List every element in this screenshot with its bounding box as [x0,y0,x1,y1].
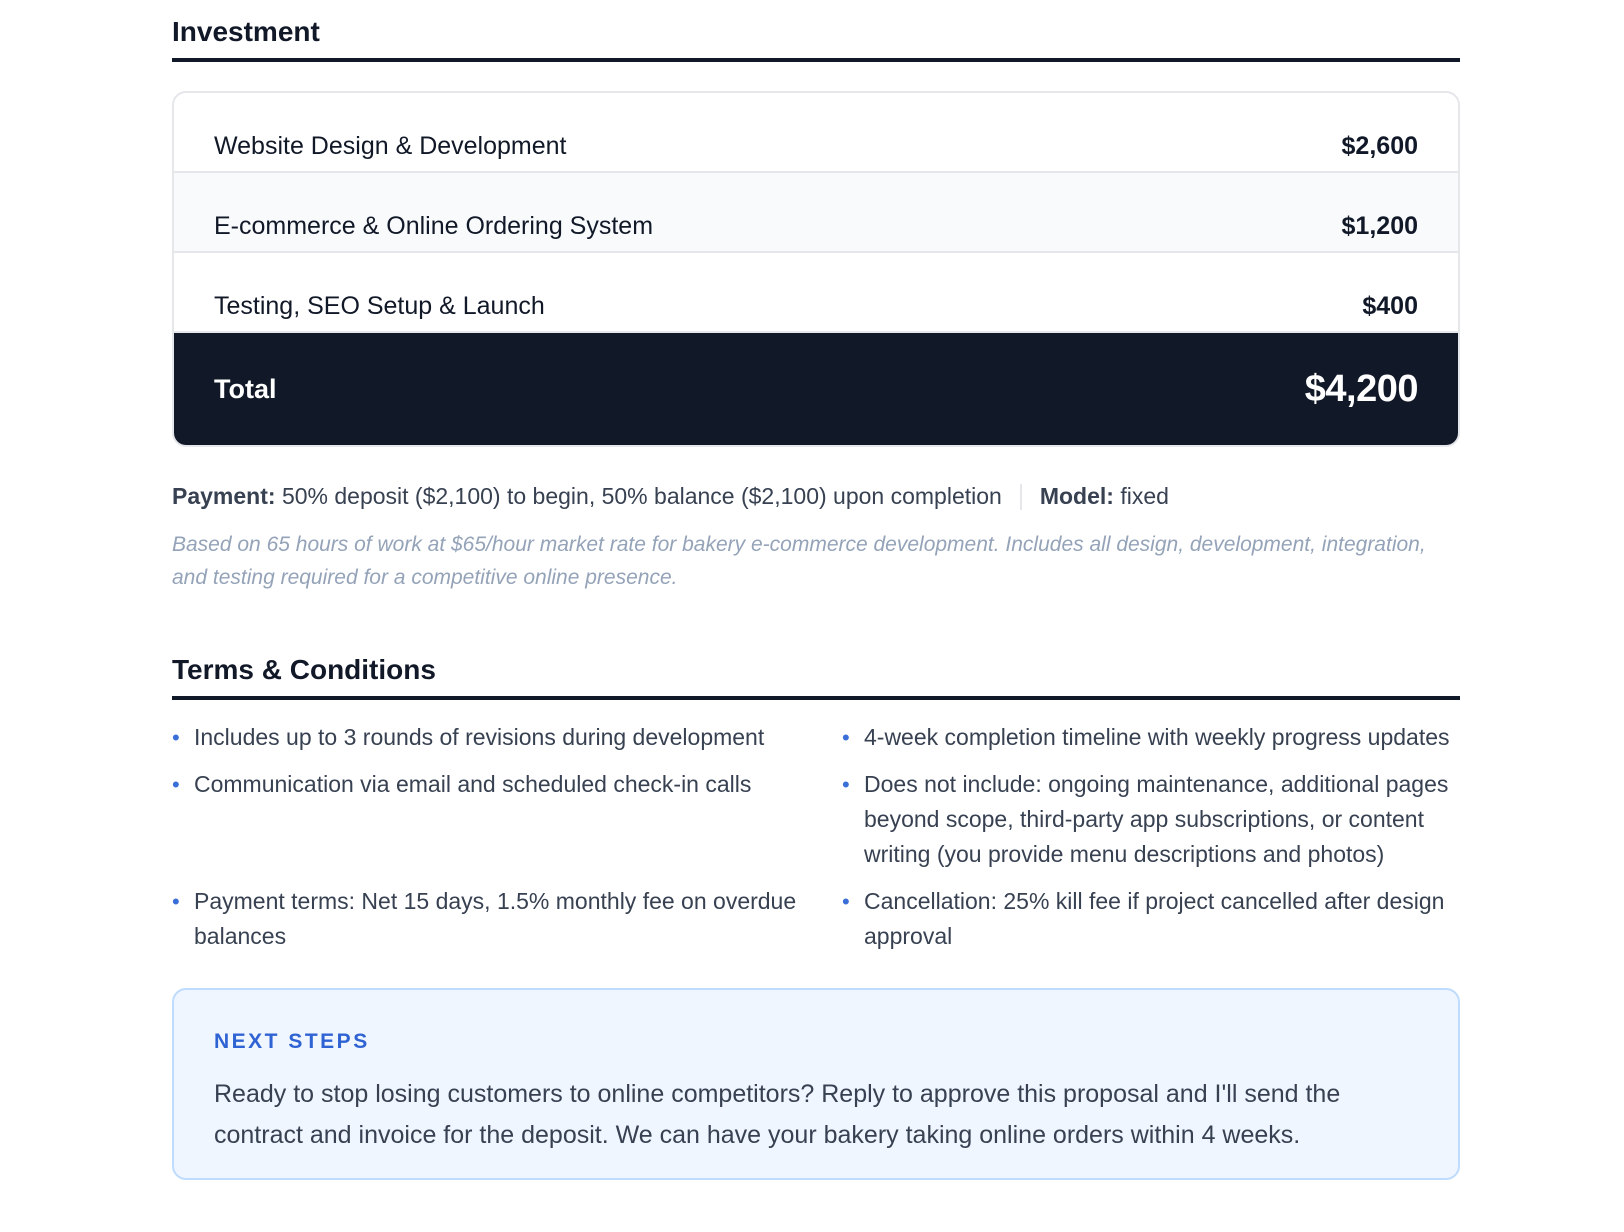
bullet-icon: • [842,889,850,915]
line-item-testing-seo: Testing, SEO Setup & Launch $400 [174,253,1458,334]
line-item-label: Testing, SEO Setup & Launch [214,292,545,321]
proposal-page: Investment Website Design & Development … [172,0,1460,1181]
payment-summary: Payment: 50% deposit ($2,100) to begin, … [172,483,1460,510]
term-text: Cancellation: 25% kill fee if project ca… [864,888,1445,950]
bullet-icon: • [172,725,180,751]
line-item-label: Website Design & Development [214,132,567,161]
payment-label: Payment: [172,483,276,510]
pricing-note: Based on 65 hours of work at $65/hour ma… [172,533,1426,590]
line-item-ecommerce: E-commerce & Online Ordering System $1,2… [174,173,1458,254]
line-item-website-design: Website Design & Development $2,600 [174,93,1458,174]
term-item: • Cancellation: 25% kill fee if project … [842,884,1478,954]
total-amount: $4,200 [1304,367,1419,410]
total-label: Total [214,373,277,404]
term-item: • Payment terms: Net 15 days, 1.5% month… [172,884,808,954]
bullet-icon: • [172,889,180,915]
line-item-amount: $400 [1362,292,1418,321]
terms-heading: Terms & Conditions [172,638,1460,701]
model-text: fixed [1120,483,1169,510]
investment-table: Website Design & Development $2,600 E-co… [172,91,1460,448]
line-item-amount: $2,600 [1341,132,1418,161]
payment-text: 50% deposit ($2,100) to begin, 50% balan… [281,483,1002,510]
bullet-icon: • [842,772,850,798]
investment-heading: Investment [172,0,1460,63]
next-steps-label: NEXT STEPS [214,1030,370,1054]
bullet-icon: • [842,725,850,751]
terms-list: • Includes up to 3 rounds of revisions d… [172,720,1460,966]
line-item-amount: $1,200 [1341,212,1418,241]
total-row: Total $4,200 [174,333,1458,446]
line-item-label: E-commerce & Online Ordering System [214,212,654,241]
term-text: Communication via email and scheduled ch… [194,771,752,798]
term-item: • 4-week completion timeline with weekly… [842,720,1478,755]
model-label: Model: [1039,483,1114,510]
term-item: • Does not include: ongoing maintenance,… [842,767,1478,872]
payment-divider [1019,483,1022,510]
term-item: • Communication via email and scheduled … [172,767,808,872]
next-steps-text: Ready to stop losing customers to online… [214,1080,1341,1150]
term-text: Payment terms: Net 15 days, 1.5% monthly… [194,888,797,950]
term-item: • Includes up to 3 rounds of revisions d… [172,720,808,755]
term-text: Includes up to 3 rounds of revisions dur… [194,724,765,751]
term-text: 4-week completion timeline with weekly p… [864,724,1450,751]
term-text: Does not include: ongoing maintenance, a… [864,771,1449,868]
bullet-icon: • [172,772,180,798]
next-steps-box: NEXT STEPS Ready to stop losing customer… [172,988,1460,1181]
